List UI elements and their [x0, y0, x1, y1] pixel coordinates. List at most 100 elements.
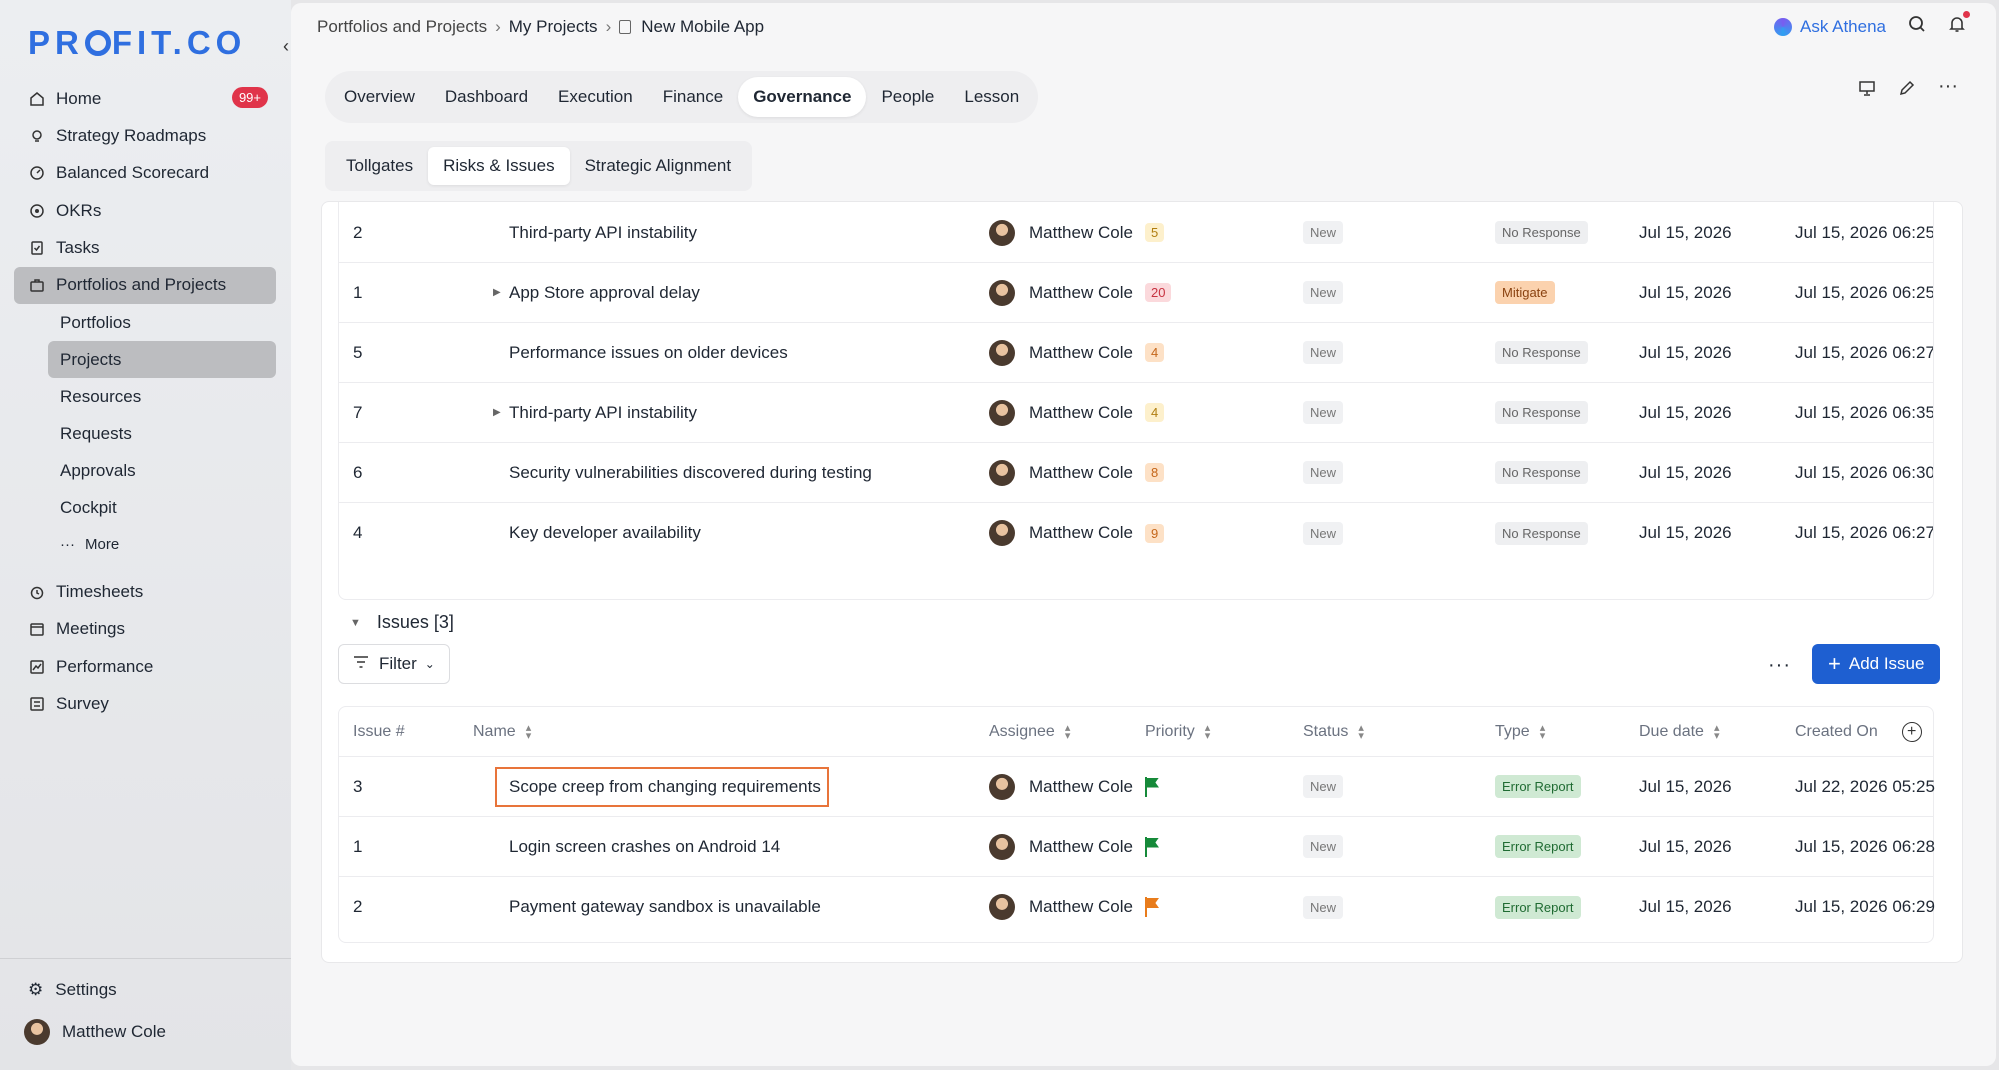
sidebar-subitem-projects[interactable]: Projects	[48, 341, 276, 379]
tab-people[interactable]: People	[866, 77, 949, 117]
column-header-assignee[interactable]: Assignee ▴ ▾	[989, 707, 1070, 756]
risk-name[interactable]: Security vulnerabilities discovered duri…	[509, 443, 872, 502]
column-header-due-date[interactable]: Due date ▴ ▾	[1639, 707, 1719, 756]
risk-name[interactable]: Key developer availability	[509, 503, 701, 563]
add-column-icon[interactable]: +	[1901, 721, 1922, 742]
sidebar-subitem-approvals[interactable]: Approvals	[48, 452, 276, 489]
presentation-icon[interactable]	[1858, 79, 1876, 102]
issue-name[interactable]: Payment gateway sandbox is unavailable	[509, 877, 821, 937]
breadcrumb-my-projects[interactable]: My Projects	[509, 17, 598, 37]
edit-pencil-icon[interactable]	[1898, 79, 1916, 102]
collapse-sidebar-icon[interactable]: ‹	[283, 36, 289, 57]
assignee-cell[interactable]: Matthew Cole	[989, 877, 1133, 937]
bell-icon[interactable]	[1948, 11, 1970, 38]
user-name: Matthew Cole	[62, 1022, 166, 1041]
status-badge: New	[1303, 521, 1344, 545]
more-options-icon[interactable]: ···	[1938, 76, 1958, 102]
table-row[interactable]: 5 Performance issues on older devices Ma…	[339, 323, 1933, 383]
assignee-cell[interactable]: Matthew Cole	[989, 443, 1133, 502]
sidebar-subitem-portfolios[interactable]: Portfolios	[48, 304, 276, 341]
tab-finance[interactable]: Finance	[648, 77, 738, 117]
risk-level-cell: 8	[1145, 443, 1165, 502]
table-row[interactable]: 2 Third-party API instability Matthew Co…	[339, 203, 1933, 263]
assignee-cell[interactable]: Matthew Cole	[989, 757, 1133, 816]
profitco-logo[interactable]: PR FIT.CO	[28, 24, 246, 62]
add-issue-button[interactable]: + Add Issue	[1812, 644, 1941, 684]
response-badge: No Response	[1495, 521, 1588, 545]
column-header-created-on[interactable]: Created On +	[1795, 707, 1922, 756]
sidebar-item-home[interactable]: Home 99+	[14, 80, 276, 117]
assignee-cell[interactable]: Matthew Cole	[989, 263, 1133, 322]
risk-number: 7	[353, 402, 363, 422]
table-row[interactable]: 4 Key developer availability Matthew Col…	[339, 503, 1933, 563]
sidebar-item-meetings[interactable]: Meetings	[14, 611, 276, 648]
ask-athena-button[interactable]: Ask Athena	[1773, 17, 1886, 37]
breadcrumb-portfolios-and-projects[interactable]: Portfolios and Projects	[317, 17, 487, 37]
avatar	[989, 773, 1015, 800]
subtab-tollgates[interactable]: Tollgates	[331, 147, 428, 185]
assignee-cell[interactable]: Matthew Cole	[989, 383, 1133, 442]
risk-name[interactable]: Third-party API instability	[509, 203, 697, 262]
risk-name[interactable]: Performance issues on older devices	[509, 323, 788, 382]
sidebar-subitem-resources[interactable]: Resources	[48, 378, 276, 415]
risk-name[interactable]: Third-party API instability	[509, 383, 697, 442]
subtab-risks-issues[interactable]: Risks & Issues	[428, 147, 570, 185]
assignee-cell[interactable]: Matthew Cole	[989, 503, 1133, 563]
filter-button[interactable]: Filter ⌄	[338, 644, 450, 684]
sidebar-item-performance[interactable]: Performance	[14, 648, 276, 685]
sidebar-item-tasks[interactable]: Tasks	[14, 230, 276, 267]
issue-name-cell[interactable]: Scope creep from changing requirements	[495, 757, 829, 816]
sidebar-item-balanced-scorecard[interactable]: Balanced Scorecard	[14, 155, 276, 192]
type-badge: Error Report	[1495, 775, 1581, 798]
sidebar-subitem-cockpit[interactable]: Cockpit	[48, 489, 276, 526]
column-header-name[interactable]: Name ▴ ▾	[473, 707, 531, 756]
tab-dashboard[interactable]: Dashboard	[430, 77, 543, 117]
sidebar-item-timesheets[interactable]: Timesheets	[14, 573, 276, 610]
risk-name[interactable]: App Store approval delay	[509, 263, 700, 322]
response-badge: No Response	[1495, 461, 1588, 484]
sidebar-subitem-more[interactable]: ··· More	[48, 526, 276, 563]
status-badge: New	[1303, 401, 1344, 424]
table-row[interactable]: 1 Login screen crashes on Android 14 Mat…	[339, 817, 1935, 877]
issue-name[interactable]: Scope creep from changing requirements	[495, 766, 829, 807]
sidebar-subitem-requests[interactable]: Requests	[48, 415, 276, 452]
avatar	[989, 459, 1015, 486]
table-row[interactable]: 3 Scope creep from changing requirements…	[339, 757, 1935, 817]
table-row[interactable]: 2 Payment gateway sandbox is unavailable…	[339, 877, 1935, 937]
column-header-type[interactable]: Type ▴ ▾	[1495, 707, 1545, 756]
more-dots-icon: ···	[60, 536, 75, 554]
column-header-issue-number: Issue #	[353, 722, 405, 740]
sidebar-item-survey[interactable]: Survey	[14, 686, 276, 723]
issue-name[interactable]: Login screen crashes on Android 14	[509, 817, 780, 876]
response-badge: No Response	[1495, 401, 1588, 424]
tab-execution[interactable]: Execution	[543, 77, 648, 117]
tab-lesson[interactable]: Lesson	[949, 77, 1034, 117]
assignee-cell[interactable]: Matthew Cole	[989, 203, 1133, 262]
type-badge: Error Report	[1495, 835, 1581, 858]
column-header-label: Assignee	[989, 722, 1055, 740]
search-icon[interactable]	[1908, 15, 1926, 38]
sidebar-item-portfolios-and-projects[interactable]: Portfolios and Projects	[14, 266, 276, 304]
sidebar-item-strategy-roadmaps[interactable]: Strategy Roadmaps	[14, 117, 276, 154]
column-header-priority[interactable]: Priority ▴ ▾	[1145, 707, 1210, 756]
expand-caret-icon[interactable]: ▶	[493, 263, 501, 322]
expand-caret-icon[interactable]: ▶	[493, 383, 501, 442]
table-row[interactable]: 6 Security vulnerabilities discovered du…	[339, 443, 1933, 503]
assignee-name: Matthew Cole	[1029, 776, 1133, 796]
tab-governance[interactable]: Governance	[738, 77, 867, 117]
issues-more-options-icon[interactable]: ···	[1768, 654, 1791, 677]
subtab-strategic-alignment[interactable]: Strategic Alignment	[570, 147, 746, 185]
column-header-status[interactable]: Status ▴ ▾	[1303, 707, 1364, 756]
issues-section-header[interactable]: ▼ Issues [3]	[350, 612, 454, 633]
table-row[interactable]: 7 ▶ Third-party API instability Matthew …	[339, 383, 1933, 443]
user-profile[interactable]: Matthew Cole	[0, 1019, 291, 1045]
sidebar-item-settings[interactable]: ⚙ Settings	[0, 979, 291, 1001]
sidebar-item-okrs[interactable]: OKRs	[14, 192, 276, 229]
assignee-cell[interactable]: Matthew Cole	[989, 323, 1133, 382]
tab-overview[interactable]: Overview	[329, 77, 430, 117]
collapse-caret-icon[interactable]: ▼	[350, 617, 361, 629]
sort-icon: ▴ ▾	[1064, 721, 1071, 742]
table-row[interactable]: 1 ▶ App Store approval delay Matthew Col…	[339, 263, 1933, 323]
column-header-label: Type	[1495, 722, 1530, 740]
assignee-cell[interactable]: Matthew Cole	[989, 817, 1133, 876]
